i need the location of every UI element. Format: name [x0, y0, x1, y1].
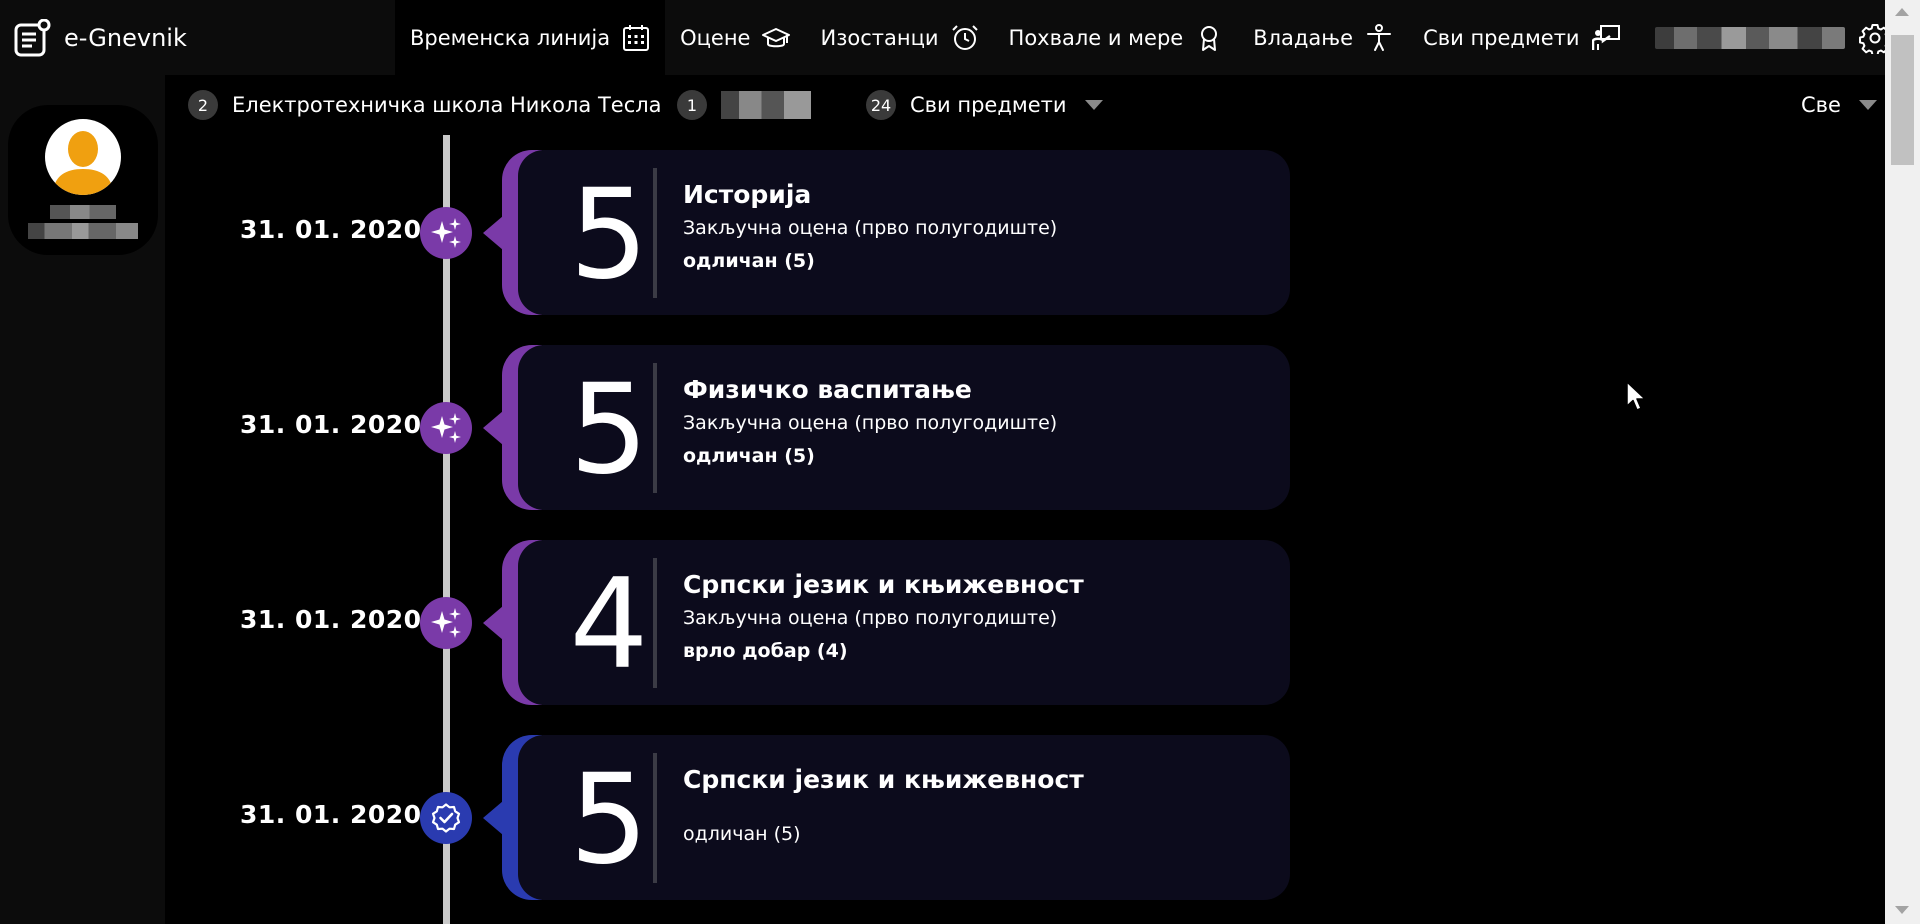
- entry-date: 31. 01. 2020: [240, 215, 422, 244]
- grade-type: Закључна оцена (прво полугодиште): [683, 412, 1058, 434]
- timeline-entry[interactable]: 31. 01. 2020 4 Српски језик и књижевност…: [165, 540, 1295, 705]
- entry-date: 31. 01. 2020: [240, 605, 422, 634]
- entry-date: 31. 01. 2020: [240, 410, 422, 439]
- nav-timeline-label: Временска линија: [410, 25, 611, 50]
- card-divider: [653, 168, 657, 298]
- subject-name: Физичко васпитање: [683, 375, 972, 404]
- nav-commendations[interactable]: Похвале и мере: [994, 0, 1239, 75]
- grade-card[interactable]: 5 Историја Закључна оцена (прво полугоди…: [518, 150, 1290, 315]
- grade-card[interactable]: 4 Српски језик и књижевност Закључна оце…: [518, 540, 1290, 705]
- type-filter[interactable]: Све: [1801, 89, 1877, 121]
- award-ribbon-icon: [1201, 25, 1218, 51]
- profile-card[interactable]: [8, 105, 158, 255]
- teacher-board-icon: [1591, 24, 1620, 50]
- nav-grades-label: Оцене: [680, 25, 751, 50]
- nav-all-subjects[interactable]: Сви предмети: [1408, 0, 1635, 75]
- entry-pointer: [483, 606, 503, 640]
- scrollbar[interactable]: [1885, 0, 1920, 924]
- graduation-cap-icon: [762, 27, 791, 47]
- subject-filter-label: Сви предмети: [910, 93, 1067, 117]
- school-count-badge: 2: [188, 90, 218, 120]
- subject-filter[interactable]: 24 Сви предмети: [866, 89, 1103, 121]
- school-filter-label: Електротехничка школа Никола Тесла: [232, 93, 662, 117]
- sparkles-icon: [431, 413, 461, 443]
- grade-type: Закључна оцена (прво полугодиште): [683, 607, 1058, 629]
- nav-all-subjects-label: Сви предмети: [1423, 25, 1580, 50]
- nav-timeline[interactable]: Временска линија: [395, 0, 666, 75]
- school-filter[interactable]: 2 Електротехничка школа Никола Тесла: [188, 89, 698, 121]
- avatar: [45, 119, 121, 195]
- entry-badge: [420, 597, 472, 649]
- class-count-badge: 1: [677, 90, 707, 120]
- nav-absences[interactable]: Изостанци: [805, 0, 993, 75]
- entry-pointer: [483, 411, 503, 445]
- brand[interactable]: e-Gnevnik: [0, 0, 395, 75]
- nav-behavior-label: Владање: [1253, 25, 1354, 50]
- chevron-down-icon: [1858, 100, 1877, 110]
- grade-description: врло добар (4): [683, 640, 848, 662]
- filter-bar: 2 Електротехничка школа Никола Тесла 1 2…: [165, 75, 1885, 135]
- calendar-icon: [623, 24, 650, 51]
- nav-commendations-label: Похвале и мере: [1008, 25, 1184, 50]
- scroll-down-arrow-icon[interactable]: [1895, 906, 1909, 914]
- app-name: e-Gnevnik: [64, 23, 187, 52]
- timeline-entry[interactable]: 31. 01. 2020 5 Српски језик и књижевност…: [165, 735, 1295, 900]
- subject-name: Српски језик и књижевност: [683, 765, 1084, 794]
- grade-value: 5: [569, 358, 649, 502]
- user-name-redacted[interactable]: [1654, 26, 1845, 49]
- timeline-entry[interactable]: 31. 01. 2020 5 Историја Закључна оцена (…: [165, 150, 1295, 315]
- scroll-thumb[interactable]: [1891, 35, 1914, 165]
- sidebar: [0, 75, 165, 924]
- main-nav: Временска линија Оцене Изостанци Похвале…: [395, 0, 1635, 75]
- subject-name: Српски језик и књижевност: [683, 570, 1084, 599]
- chevron-down-icon: [1084, 100, 1103, 110]
- card-divider: [653, 753, 657, 883]
- grade-card[interactable]: 5 Српски језик и књижевност одличан (5): [518, 735, 1290, 900]
- timeline-entry[interactable]: 31. 01. 2020 5 Физичко васпитање Закључн…: [165, 345, 1295, 510]
- top-bar: e-Gnevnik Временска линија Оцене Изостан…: [0, 0, 1920, 75]
- verified-check-icon: [431, 803, 461, 833]
- subject-count-badge: 24: [866, 90, 896, 120]
- nav-grades[interactable]: Оцене: [665, 0, 805, 75]
- grade-type: Закључна оцена (прво полугодиште): [683, 217, 1058, 239]
- grade-card[interactable]: 5 Физичко васпитање Закључна оцена (прво…: [518, 345, 1290, 510]
- type-filter-label: Све: [1801, 93, 1841, 117]
- mouse-cursor-icon: [1626, 381, 1646, 411]
- card-divider: [653, 363, 657, 493]
- grade-description: одличан (5): [683, 823, 801, 845]
- scroll-up-arrow-icon[interactable]: [1895, 8, 1909, 16]
- user-silhouette-icon: [53, 131, 113, 195]
- entry-pointer: [483, 801, 503, 835]
- class-filter[interactable]: 1: [677, 89, 811, 121]
- grade-value: 5: [569, 163, 649, 307]
- student-class-redacted: [28, 223, 138, 239]
- grade-description: одличан (5): [683, 445, 815, 467]
- journal-logo-icon: [14, 18, 51, 56]
- subject-name: Историја: [683, 180, 812, 209]
- class-name-redacted: [721, 91, 811, 119]
- sparkles-icon: [431, 218, 461, 248]
- nav-absences-label: Изостанци: [820, 25, 939, 50]
- card-divider: [653, 558, 657, 688]
- grade-value: 4: [569, 553, 649, 697]
- entry-date: 31. 01. 2020: [240, 800, 422, 829]
- grade-description: одличан (5): [683, 250, 815, 272]
- entry-badge: [420, 207, 472, 259]
- entry-pointer: [483, 216, 503, 250]
- grade-value: 5: [569, 748, 649, 892]
- sparkles-icon: [431, 608, 461, 638]
- entry-badge: [420, 792, 472, 844]
- nav-behavior[interactable]: Владање: [1238, 0, 1408, 75]
- entry-badge: [420, 402, 472, 454]
- person-standing-icon: [1367, 23, 1392, 51]
- student-name-redacted: [50, 205, 116, 219]
- alarm-clock-icon: [951, 24, 978, 50]
